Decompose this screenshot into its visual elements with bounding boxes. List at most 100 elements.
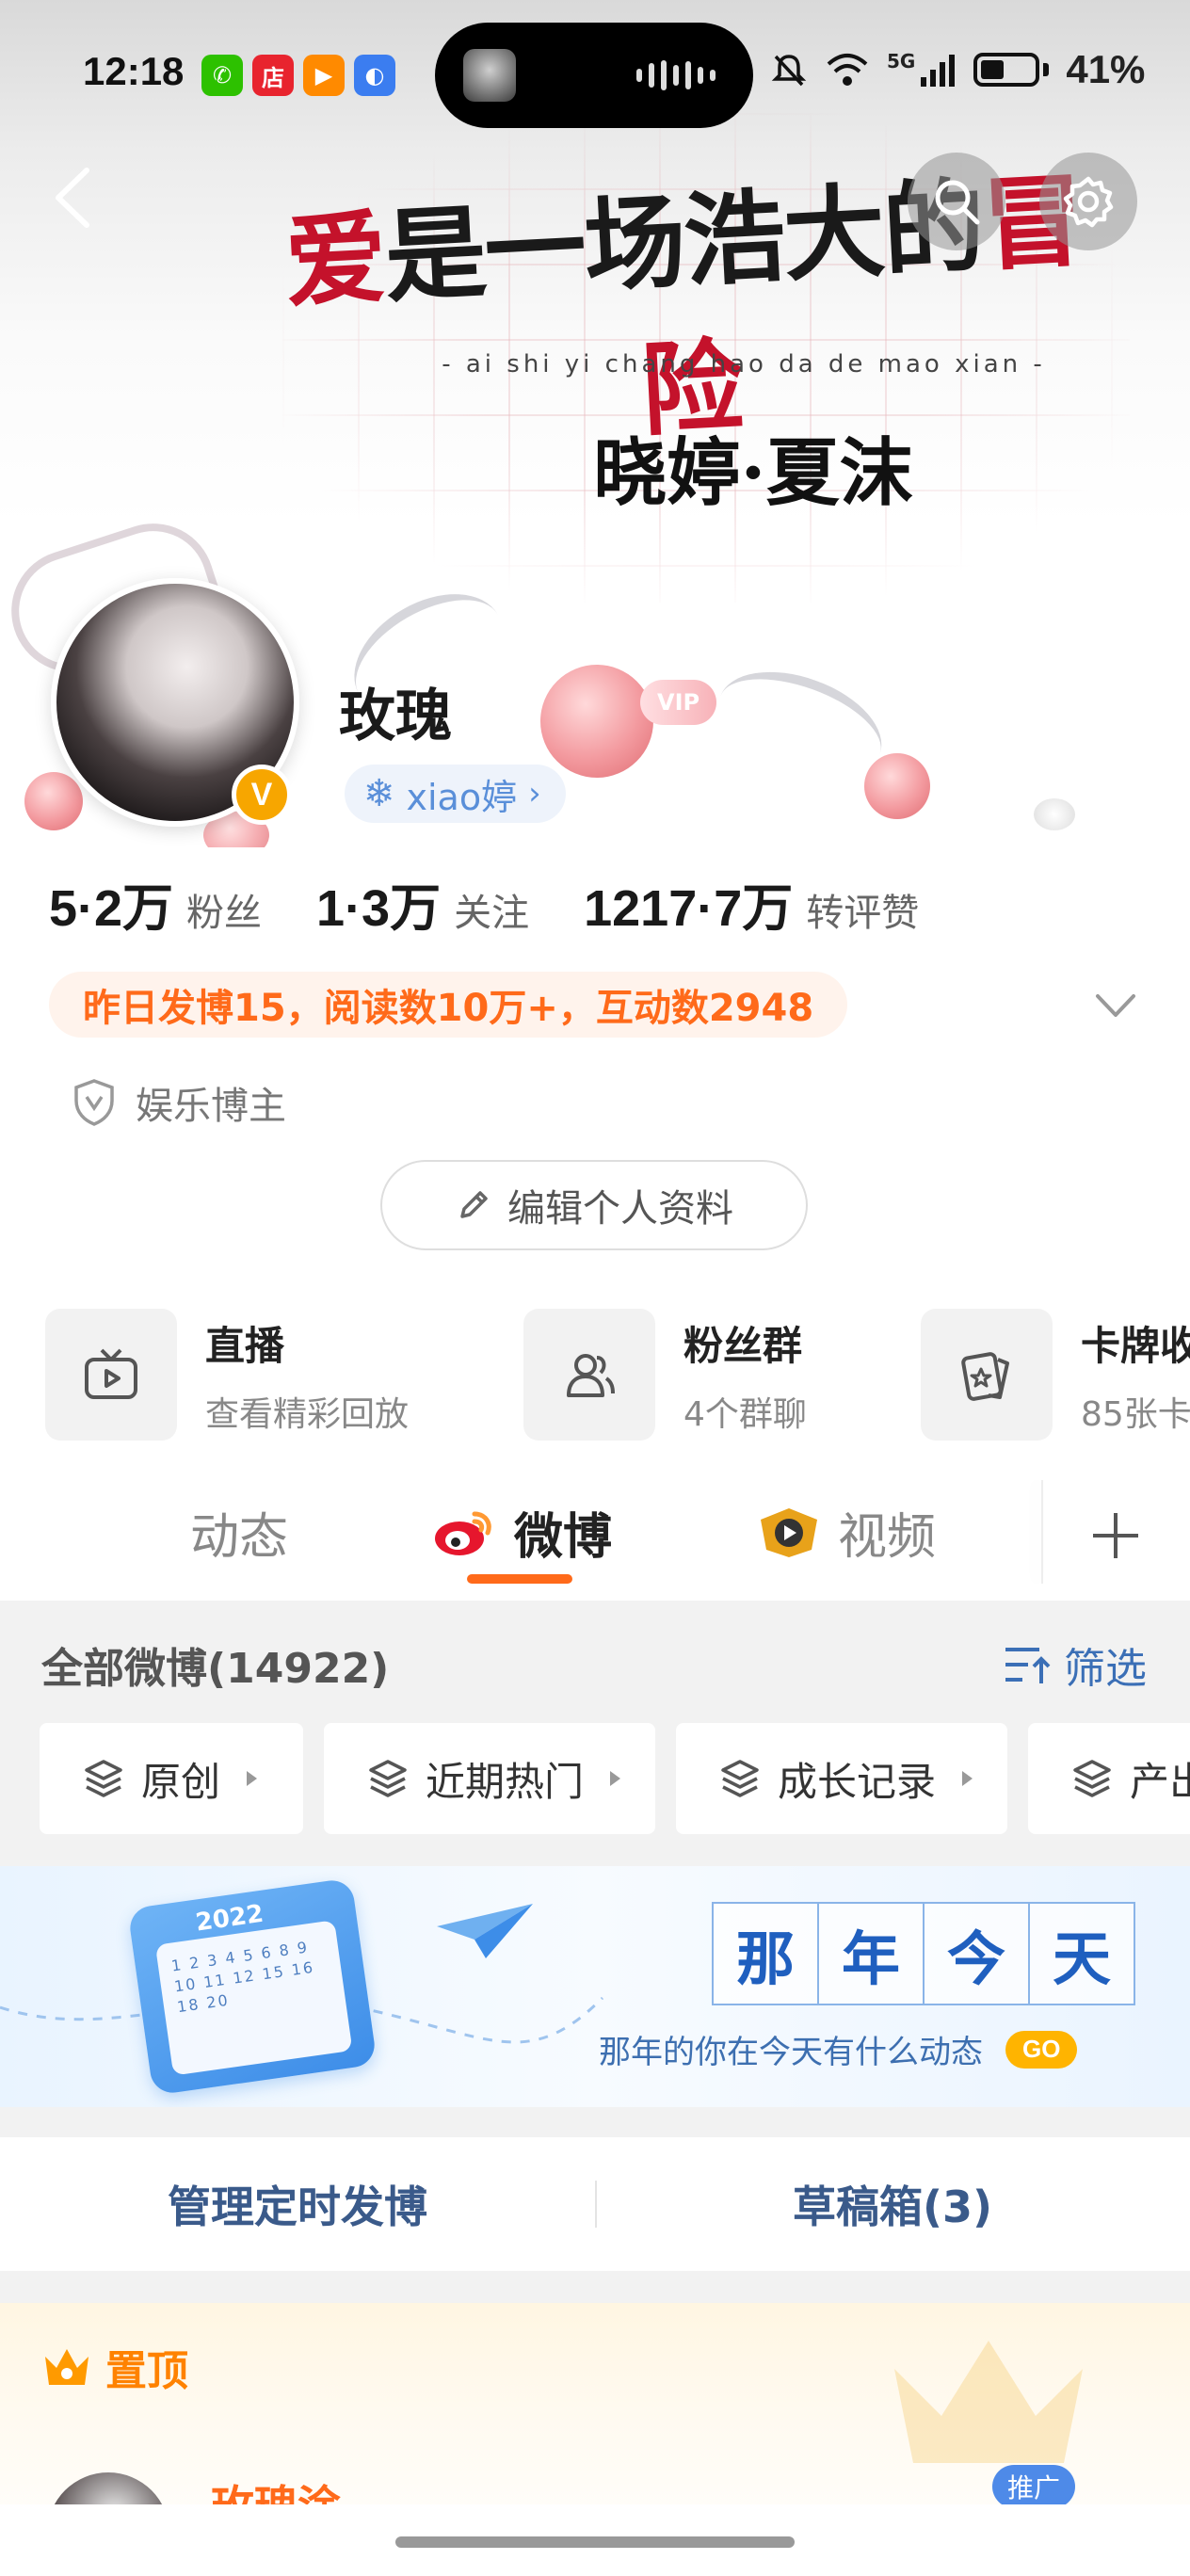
feature-cards: 直播 查看精彩回放 粉丝群 4个群聊 卡牌收 85张卡 xyxy=(0,1309,1190,1450)
feature-subtitle: 4个群聊 xyxy=(683,1394,807,1434)
triangle-right-icon xyxy=(247,1771,258,1786)
chip-output[interactable]: 产出 xyxy=(1028,1723,1190,1834)
chip-label: 近期热门 xyxy=(426,1758,585,1805)
feature-title: 粉丝群 xyxy=(683,1322,803,1369)
store-icon: 店 xyxy=(252,55,294,96)
tab-label: 微博 xyxy=(514,1509,613,1566)
chip-label: 产出 xyxy=(1130,1758,1190,1805)
drafts-button[interactable]: 草稿箱(3) xyxy=(595,2137,1190,2271)
chip-recent-hot[interactable]: 近期热门 xyxy=(324,1723,655,1834)
banner-pinyin: - ai shi yi chang hao da de mao xian - xyxy=(442,350,1046,378)
profile-tabs: 动态 微博 视频 xyxy=(0,1469,1190,1601)
filter-icon xyxy=(1005,1648,1051,1683)
promo-subtitle-row: 那年的你在今天有什么动态 GO xyxy=(599,2026,1078,2072)
heart-decoration xyxy=(1034,798,1075,830)
feature-cards-collection[interactable]: 卡牌收 85张卡 xyxy=(921,1309,1190,1441)
feature-fan-groups[interactable]: 粉丝群 4个群聊 xyxy=(523,1309,807,1441)
vip-badge[interactable]: VIP xyxy=(640,680,717,725)
edit-profile-button[interactable]: 编辑个人资料 xyxy=(380,1160,808,1250)
triangle-right-icon xyxy=(962,1771,973,1786)
fan-club-name: xiao婷 xyxy=(406,776,518,818)
battery-tip xyxy=(1043,63,1050,76)
video-icon xyxy=(761,1507,817,1557)
promo-title-char: 天 xyxy=(1028,1902,1135,2005)
crown-watermark-decoration xyxy=(894,2341,1083,2463)
dynamic-island[interactable] xyxy=(435,23,753,128)
apple-decoration xyxy=(864,753,930,819)
chip-label: 原创 xyxy=(141,1758,221,1805)
promo-badge: 推广 xyxy=(992,2465,1076,2508)
stat-interactions[interactable]: 1217·7万 转评赞 xyxy=(584,866,919,941)
promo-title-char: 今 xyxy=(923,1902,1030,2005)
crown-icon xyxy=(45,2349,88,2385)
manage-row: 管理定时发博 草稿箱(3) xyxy=(0,2137,1190,2271)
on-this-day-banner[interactable]: 2022 1 2 3 4 5 6 8 9 10 11 12 15 16 18 2… xyxy=(0,1866,1190,2107)
add-tab-button[interactable] xyxy=(1073,1493,1158,1578)
tab-video[interactable]: 视频 xyxy=(757,1497,936,1568)
feature-subtitle: 查看精彩回放 xyxy=(205,1394,410,1434)
fan-club-pill[interactable]: ❄ xiao婷 › xyxy=(345,765,566,823)
profile-stats: 5·2万 粉丝 1·3万 关注 1217·7万 转评赞 xyxy=(49,866,973,941)
edit-profile-label: 编辑个人资料 xyxy=(507,1187,733,1231)
group-icon xyxy=(523,1309,655,1441)
chevron-left-icon xyxy=(56,168,89,228)
video-app-icon: ▶ xyxy=(303,55,345,96)
pencil-icon xyxy=(460,1191,488,1218)
calendar-page: 1 2 3 4 5 6 8 9 10 11 12 15 16 18 20 xyxy=(154,1920,353,2076)
tab-dynamic[interactable]: 动态 xyxy=(190,1497,288,1568)
feature-title: 卡牌收 xyxy=(1081,1322,1190,1369)
search-button[interactable] xyxy=(908,153,1005,250)
stat-label: 转评赞 xyxy=(806,892,920,935)
feature-subtitle: 85张卡 xyxy=(1081,1394,1190,1434)
back-button[interactable] xyxy=(34,160,109,235)
promo-title: 那 年 今 天 xyxy=(712,1902,1135,2005)
filter-button[interactable]: 筛选 xyxy=(1002,1634,1147,1695)
stat-value: 5·2万 xyxy=(49,880,174,937)
card-icon xyxy=(921,1309,1053,1441)
home-indicator[interactable] xyxy=(395,2536,795,2548)
banner-title-part: 爱 xyxy=(281,198,389,323)
stat-followers[interactable]: 5·2万 粉丝 xyxy=(49,866,262,941)
stat-following[interactable]: 1·3万 关注 xyxy=(316,866,529,941)
feature-title: 直播 xyxy=(205,1322,285,1369)
chip-original[interactable]: 原创 xyxy=(40,1723,303,1834)
battery-icon xyxy=(973,53,1040,87)
feature-live[interactable]: 直播 查看精彩回放 xyxy=(45,1309,409,1441)
go-button[interactable]: GO xyxy=(1005,2030,1078,2069)
all-posts-count: 全部微博(14922) xyxy=(41,1645,390,1693)
settings-button[interactable] xyxy=(1039,153,1137,250)
layers-icon xyxy=(369,1760,407,1797)
triangle-right-icon xyxy=(610,1771,621,1786)
weibo-icon xyxy=(435,1511,491,1555)
layers-icon xyxy=(85,1760,122,1797)
certification[interactable]: 娱乐博主 xyxy=(72,1075,286,1130)
tab-weibo[interactable]: 微博 xyxy=(431,1497,612,1568)
chevron-right-icon: › xyxy=(528,775,541,813)
chevron-down-icon[interactable] xyxy=(1092,987,1139,1024)
shield-icon xyxy=(74,1079,114,1126)
layers-icon xyxy=(1073,1760,1111,1797)
apple-decoration xyxy=(540,665,653,778)
paper-plane-icon xyxy=(437,1904,533,1958)
stat-label: 关注 xyxy=(454,892,530,935)
battery-percentage: 41% xyxy=(1066,47,1146,91)
promo-title-char: 年 xyxy=(817,1902,925,2005)
signal-icon xyxy=(921,55,956,87)
post-category-chips: 原创 近期热门 成长记录 产出 xyxy=(0,1723,1190,1834)
banner-title-part: 是一场浩大的 xyxy=(381,167,987,317)
calendar-numbers: 1 2 3 4 5 6 8 9 10 11 12 15 16 18 20 xyxy=(169,1938,316,2017)
clock: 12:18 xyxy=(83,49,185,93)
network-type: 5G xyxy=(887,50,916,72)
notification-app-icons: ✆ 店 ▶ ◐ xyxy=(201,55,395,96)
chip-growth-record[interactable]: 成长记录 xyxy=(676,1723,1007,1834)
activity-summary[interactable]: 昨日发博15，阅读数10万+，互动数2948 xyxy=(49,972,848,1038)
layers-icon xyxy=(721,1760,759,1797)
pinned-label-row: 置顶 xyxy=(41,2337,188,2397)
username: 玫瑰 xyxy=(339,684,452,749)
tab-label: 视频 xyxy=(838,1509,937,1566)
scheduled-posts-button[interactable]: 管理定时发博 xyxy=(0,2137,595,2271)
stat-value: 1217·7万 xyxy=(584,880,794,937)
status-indicators: 5G 41% xyxy=(770,47,1145,92)
stat-label: 粉丝 xyxy=(186,892,263,935)
calendar-illustration: 2022 1 2 3 4 5 6 8 9 10 11 12 15 16 18 2… xyxy=(127,1877,378,2096)
